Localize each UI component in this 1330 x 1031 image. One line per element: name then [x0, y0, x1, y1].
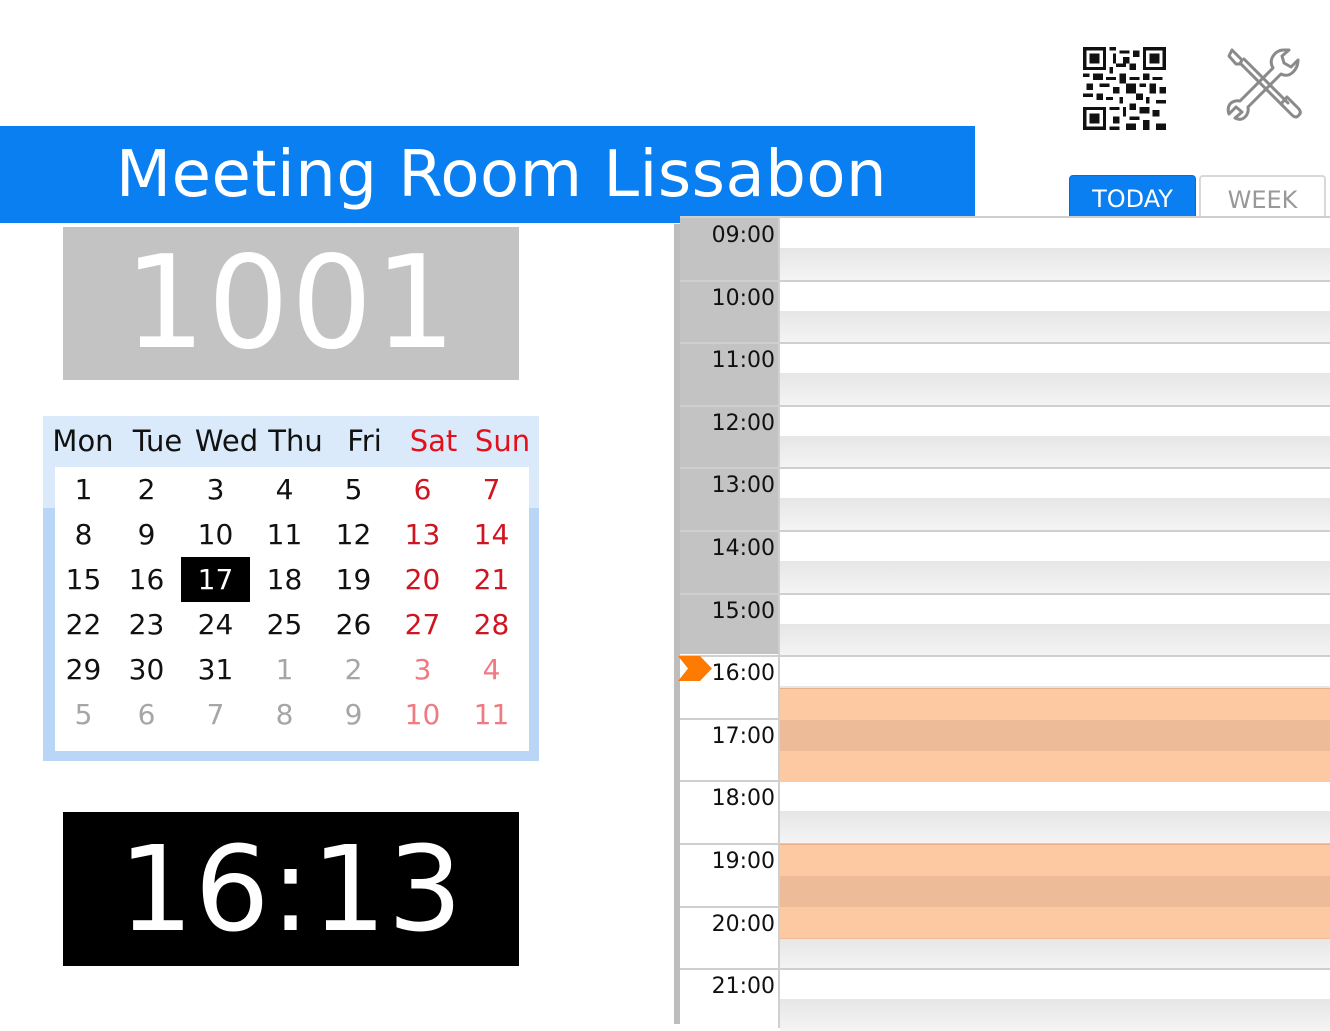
calendar-day-today[interactable]: 17 — [181, 557, 250, 602]
calendar-day[interactable]: 4 — [457, 647, 526, 692]
calendar-day[interactable]: 2 — [319, 647, 388, 692]
current-time-marker-icon — [678, 656, 712, 681]
hour-slot[interactable] — [780, 405, 1330, 468]
weekday-label: Sat — [409, 424, 458, 458]
calendar-day[interactable]: 12 — [319, 512, 388, 557]
calendar-day[interactable]: 2 — [112, 467, 181, 512]
calendar-day[interactable]: 11 — [457, 692, 526, 737]
calendar-day[interactable]: 31 — [181, 647, 250, 692]
calendar-day[interactable]: 15 — [55, 557, 112, 602]
calendar-day[interactable]: 14 — [457, 512, 526, 557]
hour-slot[interactable] — [780, 343, 1330, 406]
calendar-day[interactable]: 5 — [319, 467, 388, 512]
calendar-day[interactable]: 18 — [250, 557, 319, 602]
calendar-day[interactable]: 3 — [181, 467, 250, 512]
hour-slot[interactable] — [780, 781, 1330, 844]
hour-slot[interactable] — [780, 280, 1330, 343]
calendar-day[interactable]: 22 — [55, 602, 112, 647]
weekday-label: Wed — [194, 424, 259, 458]
tools-icon[interactable] — [1226, 46, 1302, 122]
weekday-label: Sun — [474, 424, 531, 458]
calendar-day[interactable]: 30 — [112, 647, 181, 692]
hour-label: 21:00 — [711, 974, 775, 1000]
calendar-day[interactable]: 9 — [319, 692, 388, 737]
hour-slot[interactable] — [780, 468, 1330, 531]
hour-label: 19:00 — [711, 849, 775, 874]
hour-label: 12:00 — [711, 410, 775, 436]
calendar-day[interactable]: 28 — [457, 602, 526, 647]
hour-slot[interactable] — [780, 969, 1330, 1031]
calendar-day[interactable]: 11 — [250, 512, 319, 557]
hour-slot[interactable] — [780, 593, 1330, 656]
calendar-day[interactable]: 13 — [388, 512, 457, 557]
calendar-day[interactable]: 20 — [388, 557, 457, 602]
hour-label: 13:00 — [711, 473, 775, 499]
weekday-label: Mon — [52, 424, 114, 458]
calendar-day[interactable]: 23 — [112, 602, 181, 647]
weekday-label: Fri — [347, 424, 382, 458]
calendar-day[interactable]: 24 — [181, 602, 250, 647]
calendar-day[interactable]: 29 — [55, 647, 112, 692]
month-calendar: Mon Tue Wed Thu Fri Sat Sun 1 2 3 4 5 6 7 8 9 10 1… — [43, 416, 539, 761]
hour-label: 20:00 — [711, 911, 775, 937]
hour-label: 11:00 — [711, 348, 775, 374]
calendar-day[interactable]: 21 — [457, 557, 526, 602]
hour-label: 17:00 — [711, 723, 775, 749]
calendar-day[interactable]: 25 — [250, 602, 319, 647]
hour-label: 09:00 — [711, 223, 775, 248]
hour-slot[interactable] — [780, 218, 1330, 280]
calendar-day[interactable]: 6 — [112, 692, 181, 737]
booking-block[interactable] — [780, 844, 1330, 939]
weekday-label: Tue — [132, 424, 183, 458]
calendar-day[interactable]: 9 — [112, 512, 181, 557]
weekday-label: Thu — [268, 424, 323, 458]
hour-label: 18:00 — [711, 786, 775, 812]
calendar-day[interactable]: 8 — [250, 692, 319, 737]
tab-week[interactable]: WEEK — [1199, 175, 1326, 218]
calendar-day-grid: 1 2 3 4 5 6 7 8 9 10 11 12 13 14 15 16 17 18 19 20 21 22 23 24 2… — [55, 467, 529, 751]
calendar-day[interactable]: 3 — [388, 647, 457, 692]
calendar-day[interactable]: 16 — [112, 557, 181, 602]
hour-label: 10:00 — [711, 285, 775, 311]
hour-label: 14:00 — [711, 536, 775, 561]
hour-label: 15:00 — [711, 598, 775, 624]
calendar-day[interactable]: 6 — [388, 467, 457, 512]
tab-today[interactable]: TODAY — [1069, 175, 1196, 218]
view-tabs: TODAY WEEK — [1069, 175, 1328, 219]
calendar-day[interactable]: 5 — [55, 692, 112, 737]
calendar-day[interactable]: 19 — [319, 557, 388, 602]
booking-block[interactable] — [780, 687, 1330, 783]
calendar-day[interactable]: 27 — [388, 602, 457, 647]
weekday-header: Mon Tue Wed Thu Fri Sat Sun — [43, 416, 539, 466]
calendar-day[interactable]: 10 — [181, 512, 250, 557]
calendar-day[interactable]: 1 — [55, 467, 112, 512]
calendar-day[interactable]: 10 — [388, 692, 457, 737]
room-name-banner: Meeting Room Lissabon — [0, 126, 975, 223]
calendar-day[interactable]: 4 — [250, 467, 319, 512]
calendar-day[interactable]: 1 — [250, 647, 319, 692]
calendar-day[interactable]: 7 — [181, 692, 250, 737]
calendar-day[interactable]: 26 — [319, 602, 388, 647]
calendar-day[interactable]: 8 — [55, 512, 112, 557]
room-number: 1001 — [63, 227, 519, 380]
current-time-clock: 16:13 — [63, 812, 519, 966]
qr-code-icon[interactable] — [1083, 47, 1166, 130]
calendar-day[interactable]: 7 — [457, 467, 526, 512]
hour-slot[interactable] — [780, 531, 1330, 593]
day-schedule: 09:00 10:00 11:00 12:00 13:00 14:00 15:00 16:00… — [672, 216, 1330, 1031]
